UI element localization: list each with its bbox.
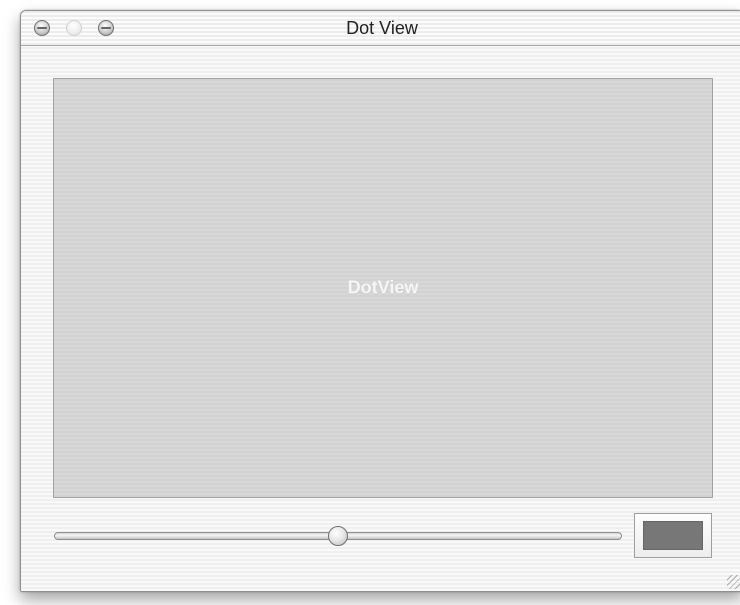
window-title: Dot View — [346, 18, 418, 38]
size-slider[interactable] — [54, 520, 622, 552]
resize-grip-icon[interactable] — [727, 575, 740, 589]
app-window: Dot View DotView — [20, 10, 740, 592]
slider-thumb[interactable] — [328, 526, 348, 546]
dot-view-area[interactable]: DotView — [53, 78, 713, 498]
window-titlebar[interactable]: Dot View — [21, 11, 740, 46]
color-well[interactable] — [634, 513, 712, 558]
window-content: DotView — [21, 46, 740, 591]
dot-view-label: DotView — [347, 277, 419, 298]
color-swatch — [643, 521, 703, 550]
